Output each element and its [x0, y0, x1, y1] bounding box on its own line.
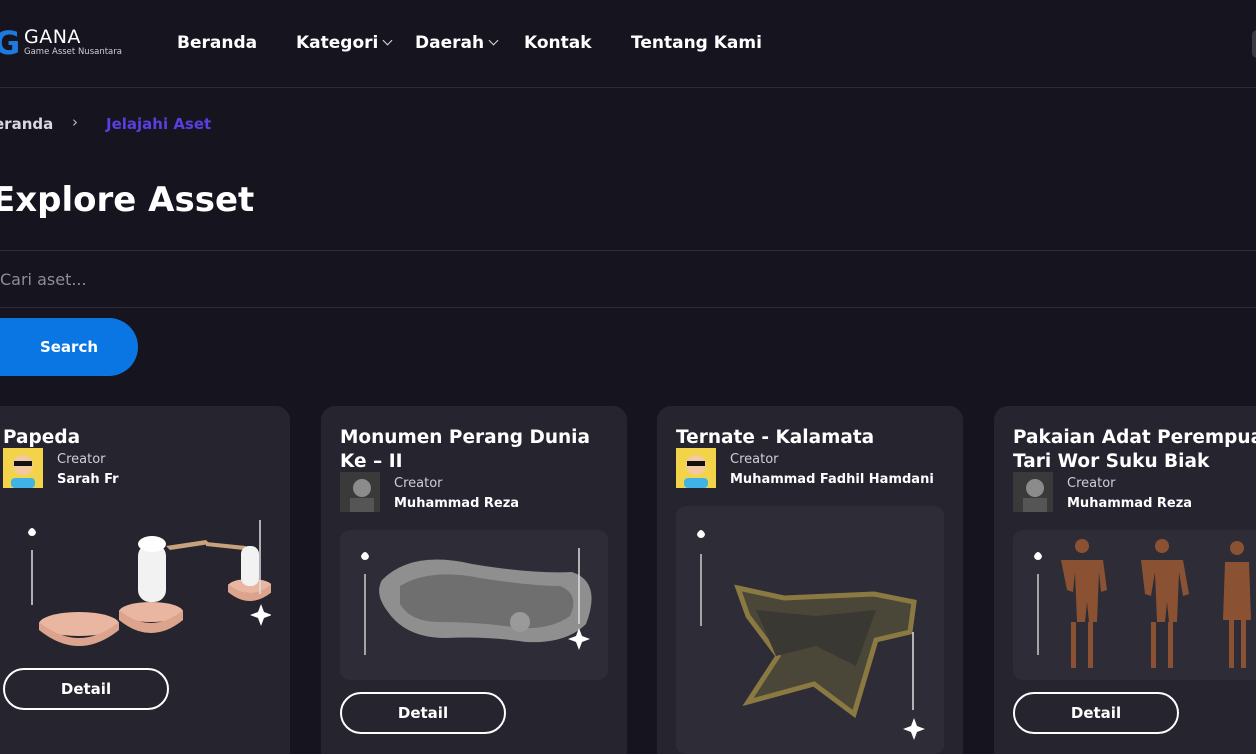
creator-info: Creator Sarah Fr — [3, 448, 283, 490]
chevron-down-icon — [488, 35, 499, 46]
nav-kontak-label: Kontak — [524, 33, 592, 53]
logo-name: GANA — [24, 26, 81, 48]
avatar — [3, 448, 43, 488]
breadcrumb-current: Jelajahi Aset — [106, 115, 212, 133]
logo-tagline: Game Asset Nusantara — [24, 47, 122, 57]
search-button[interactable]: Search — [0, 318, 138, 376]
nav-beranda[interactable]: Beranda — [177, 32, 257, 54]
card-title: Papeda — [3, 427, 81, 448]
detail-button[interactable]: Detail — [340, 692, 506, 734]
creator-name: Sarah Fr — [57, 472, 119, 487]
asset-card: Ternate - Kalamata Creator Muhammad Fadh… — [657, 406, 963, 754]
nav-tentang-kami-label: Tentang Kami — [631, 33, 762, 53]
chevron-right-icon: › — [72, 113, 78, 131]
creator-label: Creator — [394, 476, 443, 491]
avatar — [676, 448, 716, 488]
nav-kategori-label: Kategori — [296, 33, 379, 53]
nav-kontak[interactable]: Kontak — [524, 32, 592, 54]
detail-button[interactable]: Detail — [1013, 692, 1179, 734]
asset-card: Monumen Perang Dunia Ke – II Creator Muh… — [321, 406, 627, 754]
asset-preview-image[interactable] — [3, 510, 271, 660]
header-edge-control[interactable] — [1252, 30, 1256, 58]
nav-tentang-kami[interactable]: Tentang Kami — [631, 32, 762, 54]
creator-info: Creator Muhammad Fadhil Hamdani — [676, 448, 956, 490]
avatar — [340, 472, 380, 512]
gana-logo[interactable]: G GANA Game Asset Nusantara — [0, 24, 134, 64]
search-bar — [0, 250, 1256, 308]
breadcrumb-home[interactable]: eranda — [0, 115, 53, 133]
creator-label: Creator — [730, 452, 779, 467]
nav-daerah-label: Daerah — [415, 33, 485, 53]
avatar — [1013, 472, 1053, 512]
asset-preview-image[interactable] — [1013, 530, 1256, 680]
asset-card: Pakaian Adat Perempuan Tari Wor Suku Bia… — [994, 406, 1256, 754]
nav-kategori[interactable]: Kategori — [296, 32, 393, 54]
asset-card: Papeda Creator Sarah Fr Detail — [0, 406, 290, 754]
detail-button[interactable]: Detail — [3, 668, 169, 710]
card-title: Ternate - Kalamata — [676, 427, 875, 448]
creator-label: Creator — [1067, 476, 1116, 491]
creator-info: Creator Muhammad Reza — [340, 472, 620, 514]
page-title: Explore Asset — [0, 180, 255, 220]
creator-name: Muhammad Fadhil Hamdani — [730, 472, 934, 487]
card-title: Monumen Perang Dunia Ke – II — [340, 427, 590, 472]
nav-beranda-label: Beranda — [177, 33, 258, 53]
logo-letter: G — [0, 24, 21, 62]
creator-name: Muhammad Reza — [1067, 496, 1193, 511]
creator-label: Creator — [57, 452, 106, 467]
asset-preview-image[interactable] — [340, 530, 608, 680]
creator-info: Creator Muhammad Reza — [1013, 472, 1256, 514]
search-input[interactable] — [0, 261, 900, 297]
card-title: Pakaian Adat Perempuan Tari Wor Suku Bia… — [1013, 427, 1256, 472]
asset-preview-image[interactable] — [676, 506, 944, 754]
site-header: G GANA Game Asset Nusantara Beranda Kate… — [0, 0, 1256, 88]
creator-name: Muhammad Reza — [394, 496, 520, 511]
nav-daerah[interactable]: Daerah — [415, 32, 499, 54]
chevron-down-icon — [382, 35, 393, 46]
